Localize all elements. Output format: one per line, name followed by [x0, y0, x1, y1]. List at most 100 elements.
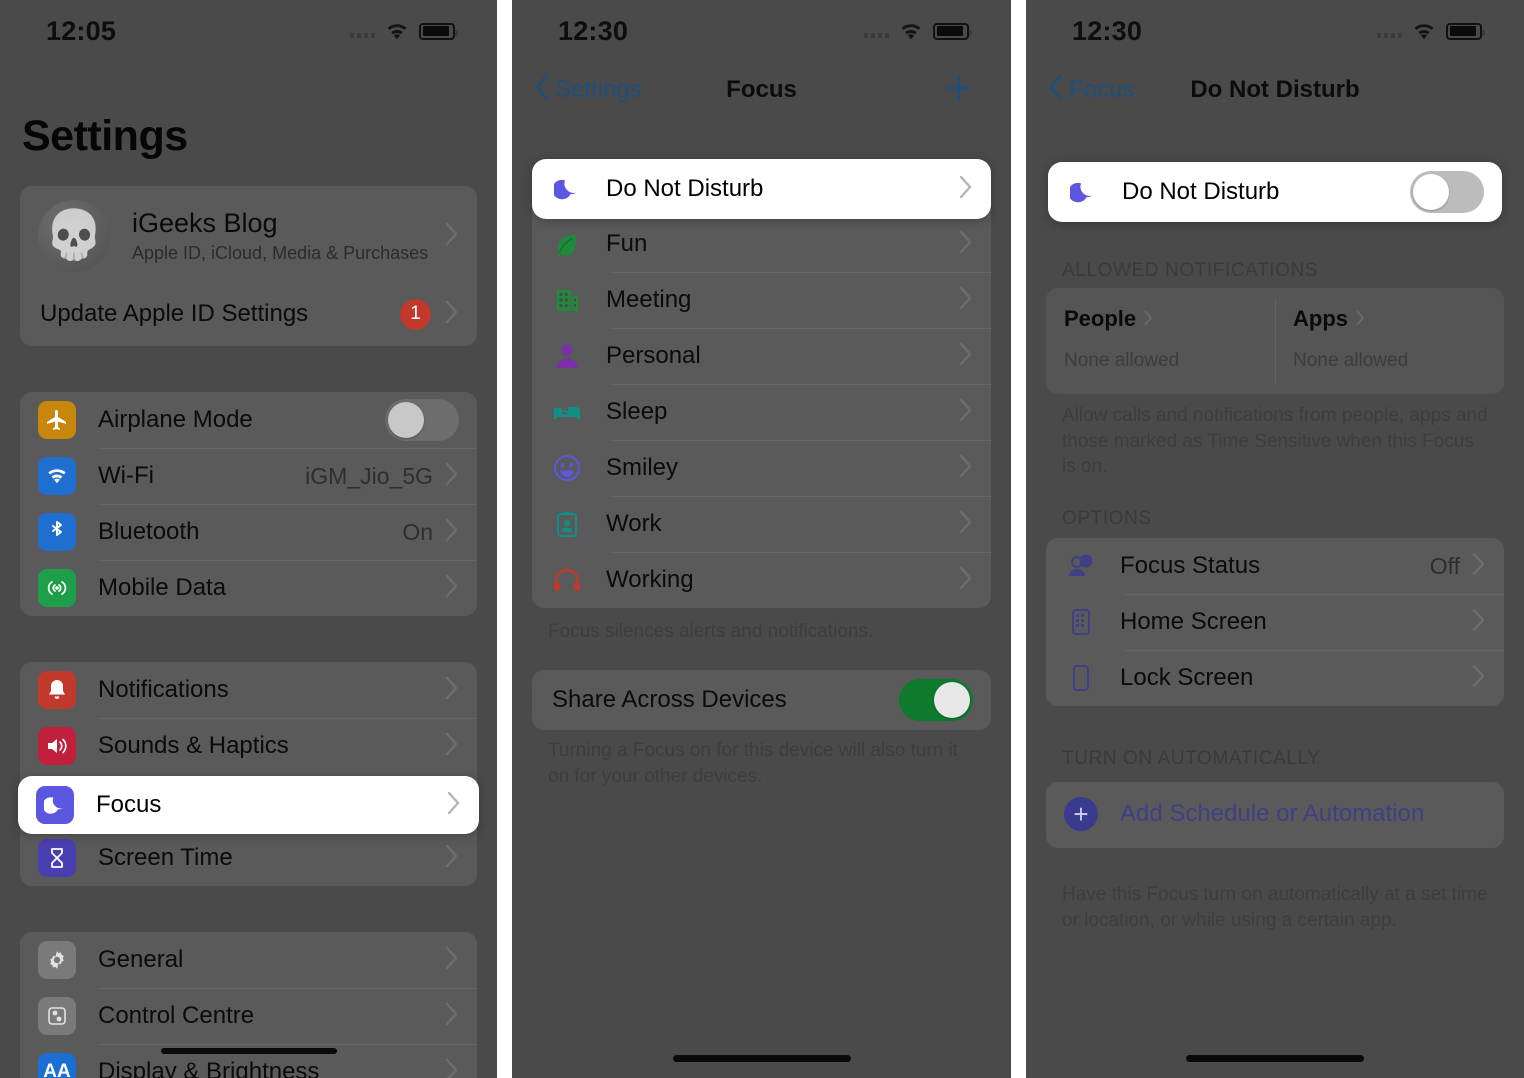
moon-icon — [1066, 175, 1100, 209]
focus-row-work[interactable]: Work — [532, 496, 991, 552]
airplane-mode-toggle[interactable] — [385, 399, 459, 441]
allowed-card-subtitle: None allowed — [1293, 350, 1409, 371]
chevron-right-icon — [445, 732, 459, 761]
status-indicators — [864, 22, 972, 41]
avatar: 💀 — [38, 200, 110, 272]
share-across-devices-row[interactable]: Share Across Devices — [532, 670, 991, 730]
bluetooth-icon — [38, 513, 76, 551]
cellular-bars-icon — [350, 24, 375, 38]
share-across-devices-toggle[interactable] — [899, 679, 973, 721]
lock-screen-icon — [1064, 661, 1098, 695]
home-indicator — [1186, 1055, 1364, 1062]
option-row-lock-screen[interactable]: Lock Screen — [1046, 650, 1504, 706]
share-footnote: Turning a Focus on for this device will … — [548, 740, 959, 787]
settings-row-label: Focus — [96, 791, 162, 818]
settings-row-control-centre[interactable]: Control Centre — [20, 988, 477, 1044]
apple-id-row[interactable]: 💀 iGeeks Blog Apple ID, iCloud, Media & … — [20, 186, 477, 286]
do-not-disturb-toggle[interactable] — [1410, 171, 1484, 213]
allowed-card-apps[interactable]: Apps None allowed — [1275, 288, 1504, 394]
allowed-card-title: Apps — [1293, 306, 1348, 331]
settings-row-label: Sounds & Haptics — [98, 732, 289, 759]
general-group: General Control Centre AA Display & Brig… — [20, 932, 477, 1078]
chevron-right-icon — [445, 1058, 459, 1078]
chevron-right-icon — [959, 398, 973, 427]
skull-icon: 💀 — [44, 209, 104, 262]
chevron-right-icon — [1356, 306, 1365, 332]
allowed-card-people[interactable]: People None allowed — [1046, 288, 1275, 394]
focus-row-do-not-disturb-highlight[interactable]: Do Not Disturb — [532, 159, 991, 219]
chevron-right-icon — [959, 342, 973, 371]
phone-panel-focus: 12:30 Settings Focus Fun Meeting Persona… — [512, 0, 1011, 1078]
focus-status-icon — [1064, 549, 1098, 583]
settings-row-screen-time[interactable]: Screen Time — [20, 830, 477, 886]
apple-id-group: 💀 iGeeks Blog Apple ID, iCloud, Media & … — [20, 186, 477, 346]
options-group: Focus Status Off Home Screen Lock Screen — [1046, 538, 1504, 706]
settings-row-label: Notifications — [98, 676, 229, 703]
page-title: Settings — [22, 112, 188, 160]
battery-full-icon — [933, 22, 972, 40]
do-not-disturb-toggle-card[interactable]: Do Not Disturb — [1048, 162, 1502, 222]
chevron-right-icon — [959, 175, 973, 204]
home-indicator — [160, 1048, 337, 1054]
chevron-right-icon — [959, 510, 973, 539]
phone-panel-do-not-disturb: 12:30 Focus Do Not Disturb Do Not Distur… — [1026, 0, 1524, 1078]
chevron-right-icon — [1144, 306, 1153, 332]
chevron-right-icon — [959, 566, 973, 595]
plus-icon[interactable] — [943, 72, 975, 109]
panel-divider — [1011, 0, 1026, 1078]
status-bar: 12:05 — [0, 0, 497, 62]
settings-row-wifi[interactable]: Wi-Fi iGM_Jio_5G — [20, 448, 477, 504]
focus-row-label: Fun — [606, 230, 648, 257]
navigation-bar: Settings Focus — [512, 62, 1011, 118]
focus-row-label: Working — [606, 566, 694, 593]
panel-divider — [497, 0, 512, 1078]
focus-row-fun[interactable]: Fun — [532, 216, 991, 272]
allowed-card-subtitle: None allowed — [1064, 350, 1180, 371]
focus-row-personal[interactable]: Personal — [532, 328, 991, 384]
status-clock: 12:30 — [558, 15, 629, 46]
share-across-devices-label: Share Across Devices — [552, 686, 787, 713]
chevron-right-icon — [445, 574, 459, 603]
wifi-icon — [38, 457, 76, 495]
settings-row-general[interactable]: General — [20, 932, 477, 988]
option-row-focus-status[interactable]: Focus Status Off — [1046, 538, 1504, 594]
settings-row-label: Screen Time — [98, 844, 233, 871]
antenna-icon — [38, 569, 76, 607]
update-apple-id-label: Update Apple ID Settings — [40, 300, 309, 327]
settings-row-focus-highlight[interactable]: Focus — [18, 776, 479, 834]
home-indicator — [672, 1055, 851, 1062]
add-schedule-row[interactable]: + Add Schedule or Automation — [1046, 782, 1504, 846]
focus-row-working[interactable]: Working — [532, 552, 991, 608]
settings-row-label: Wi-Fi — [98, 462, 154, 489]
settings-row-label: Airplane Mode — [98, 406, 253, 433]
settings-row-label: General — [98, 946, 184, 973]
focus-row-smiley[interactable]: Smiley — [532, 440, 991, 496]
chevron-right-icon — [447, 791, 461, 820]
gear-icon — [38, 941, 76, 979]
focus-row-sleep[interactable]: Sleep — [532, 384, 991, 440]
settings-row-label: Mobile Data — [98, 574, 227, 601]
option-row-label: Lock Screen — [1120, 664, 1254, 691]
focus-footnote: Focus silences alerts and notifications. — [548, 621, 874, 642]
settings-row-bluetooth[interactable]: Bluetooth On — [20, 504, 477, 560]
chevron-right-icon — [1472, 664, 1486, 693]
apple-id-name: iGeeks Blog — [132, 208, 278, 238]
option-row-home-screen[interactable]: Home Screen — [1046, 594, 1504, 650]
settings-row-notifications[interactable]: Notifications — [20, 662, 477, 718]
settings-row-sounds-haptics[interactable]: Sounds & Haptics — [20, 718, 477, 774]
settings-row-label: Bluetooth — [98, 518, 200, 545]
focus-list-group: Do Not Disturb Fun Meeting — [532, 160, 991, 608]
update-apple-id-row[interactable]: Update Apple ID Settings 1 — [20, 286, 477, 342]
option-row-label: Home Screen — [1120, 608, 1267, 635]
settings-row-airplane-mode[interactable]: Airplane Mode — [20, 392, 477, 448]
add-schedule-label: Add Schedule or Automation — [1120, 800, 1425, 827]
focus-row-meeting[interactable]: Meeting — [532, 272, 991, 328]
settings-row-mobile-data[interactable]: Mobile Data — [20, 560, 477, 616]
focus-row-label: Personal — [606, 342, 701, 369]
share-across-devices-group: Share Across Devices — [532, 670, 991, 730]
status-indicators — [1377, 22, 1485, 41]
focus-row-label: Smiley — [606, 454, 679, 481]
automatic-footnote: Have this Focus turn on automatically at… — [1062, 884, 1488, 931]
screenshot-stage: 12:05 Settings 💀 iGeeks Blog Apple ID, i… — [0, 0, 1524, 1078]
battery-full-icon — [1446, 22, 1485, 40]
